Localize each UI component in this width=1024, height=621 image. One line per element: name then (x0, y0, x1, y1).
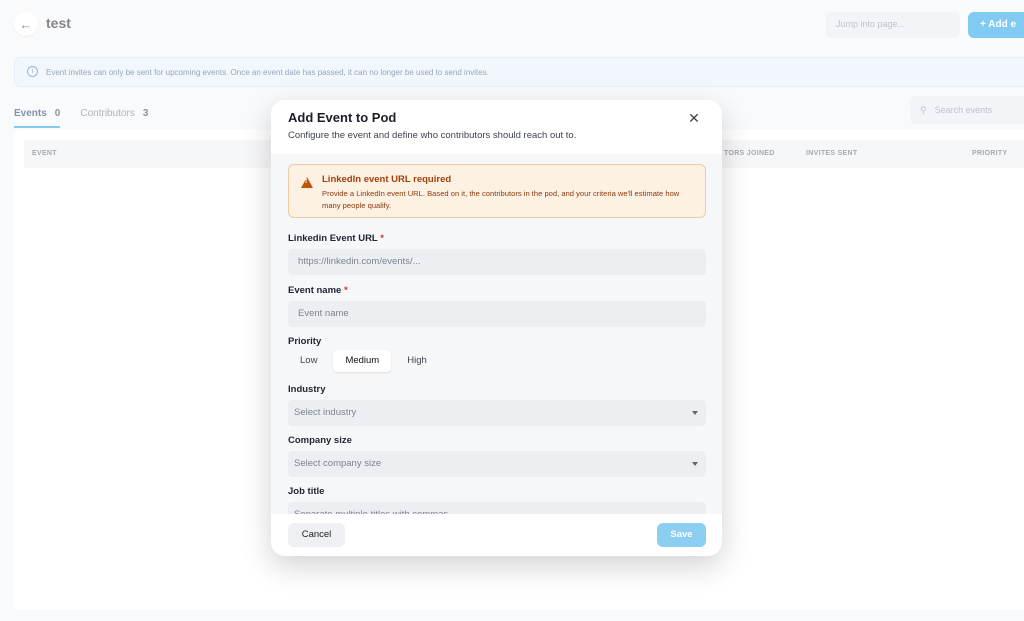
close-icon: ✕ (688, 110, 700, 126)
priority-option-medium[interactable]: Medium (333, 350, 392, 372)
save-button[interactable]: Save (657, 523, 706, 547)
industry-select[interactable]: Select industry (288, 400, 706, 426)
cancel-button[interactable]: Cancel (288, 523, 345, 547)
industry-label: Industry (288, 384, 326, 395)
warning-icon (301, 177, 313, 188)
job-title-input[interactable]: Separate multiple titles with commas (288, 502, 706, 514)
company-size-placeholder: Select company size (294, 458, 382, 469)
modal-title: Add Event to Pod (288, 110, 397, 125)
industry-placeholder: Select industry (294, 407, 357, 418)
label-text: Linkedin Event URL (288, 233, 378, 244)
add-event-modal: Add Event to Pod Configure the event and… (271, 100, 722, 556)
event-name-input[interactable]: Event name (288, 301, 706, 327)
required-marker: * (343, 285, 348, 296)
linkedin-url-label: Linkedin Event URL * (288, 233, 384, 244)
chevron-down-icon (692, 411, 698, 415)
priority-option-high[interactable]: High (395, 350, 439, 372)
modal-footer: Cancel Save (271, 514, 722, 556)
chevron-down-icon (692, 462, 698, 466)
job-title-label: Job title (288, 486, 325, 497)
priority-segmented-control: Low Medium High (288, 350, 439, 372)
priority-option-low[interactable]: Low (288, 350, 329, 372)
warning-text: Provide a LinkedIn event URL. Based on i… (322, 189, 680, 210)
modal-header: Add Event to Pod Configure the event and… (271, 100, 722, 154)
warning-title: LinkedIn event URL required (322, 174, 452, 185)
priority-label: Priority (288, 336, 322, 347)
company-size-select[interactable]: Select company size (288, 451, 706, 477)
required-marker: * (380, 233, 384, 244)
modal-subtitle: Configure the event and define who contr… (288, 130, 577, 141)
close-button[interactable]: ✕ (687, 111, 701, 125)
warning-banner: LinkedIn event URL required Provide a Li… (288, 164, 706, 218)
company-size-label: Company size (288, 435, 352, 446)
linkedin-url-input[interactable]: https://linkedin.com/events/... (288, 249, 706, 275)
event-name-label: Event name * (288, 285, 348, 296)
label-text: Event name (288, 285, 342, 296)
modal-body: LinkedIn event URL required Provide a Li… (271, 154, 722, 514)
